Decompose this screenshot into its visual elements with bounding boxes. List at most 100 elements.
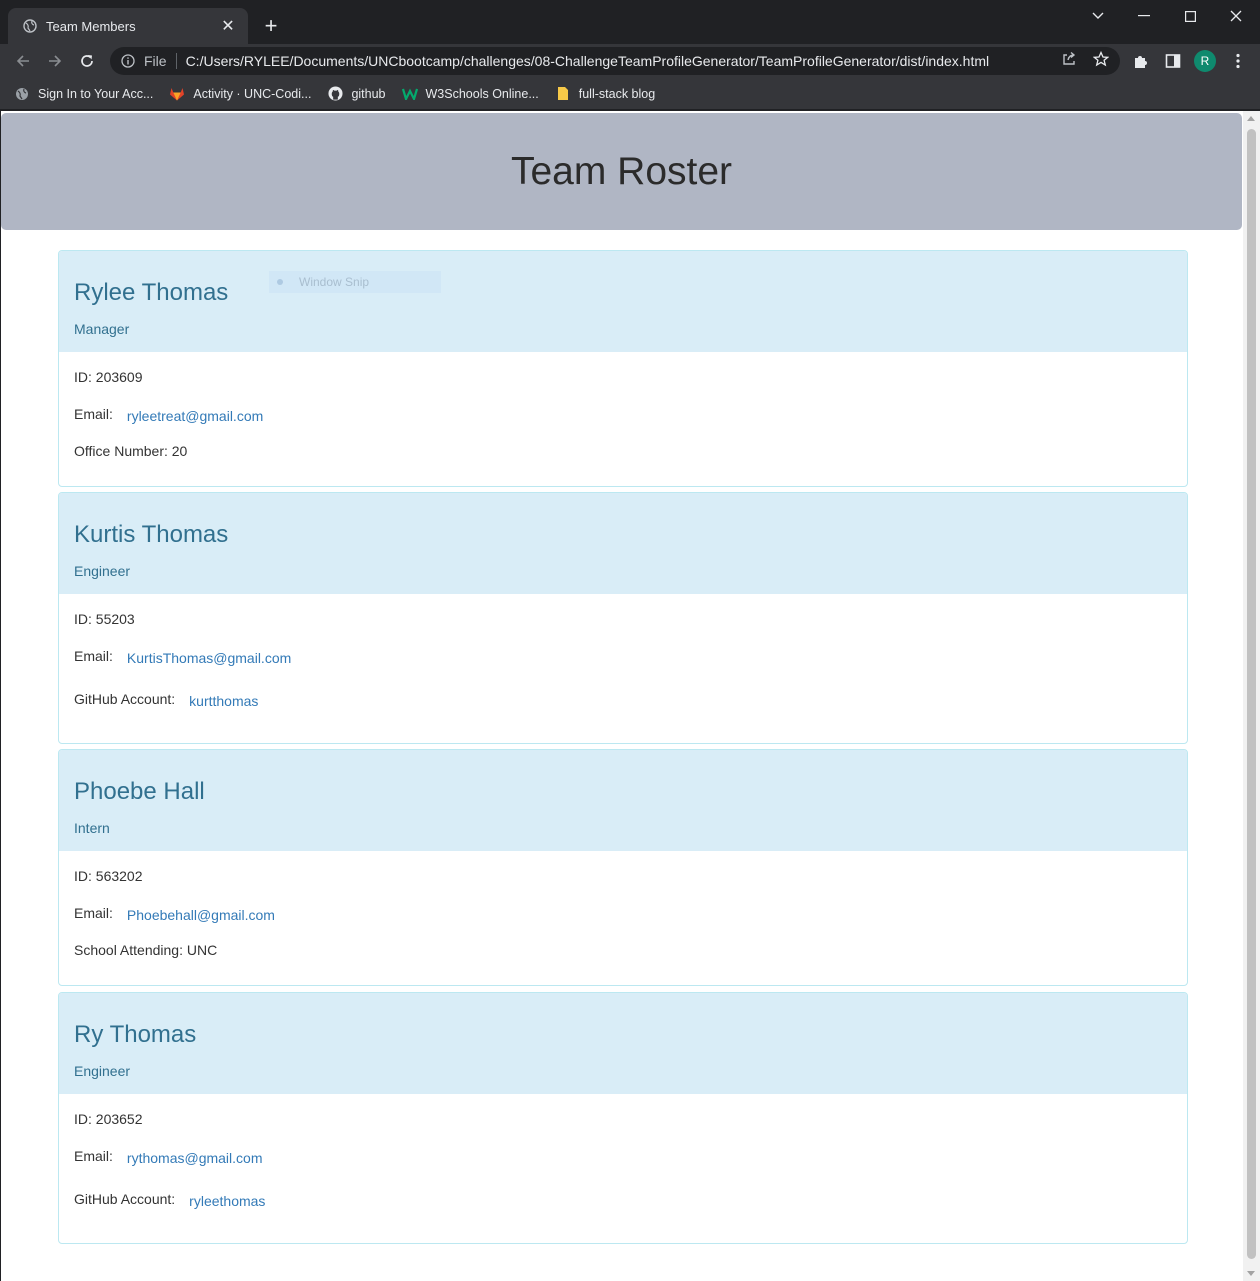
forward-button[interactable] bbox=[41, 48, 69, 74]
bookmark-label: full-stack blog bbox=[578, 86, 656, 101]
minimize-button[interactable] bbox=[1121, 0, 1167, 32]
arrow-left-icon bbox=[16, 55, 29, 67]
page-title: Team Roster bbox=[510, 149, 733, 193]
bookmark-full-stack-blog[interactable]: full-stack blog bbox=[555, 86, 655, 102]
scrollbar-thumb[interactable] bbox=[1247, 129, 1256, 1259]
extensions-puzzle-icon[interactable] bbox=[1131, 51, 1151, 71]
member-id: ID: 203609 bbox=[74, 369, 143, 385]
member-card-engineer: Ry Thomas Engineer ID: 203652 Email: ryt… bbox=[58, 992, 1188, 1244]
card-header: Kurtis Thomas Engineer bbox=[59, 493, 1187, 594]
member-office-number: Office Number: 20 bbox=[74, 443, 188, 459]
gitlab-icon bbox=[169, 86, 185, 102]
member-id: ID: 203652 bbox=[74, 1111, 143, 1127]
browser-toolbar: File C:/Users/RYLEE/Documents/UNCbootcam… bbox=[0, 44, 1260, 78]
share-icon[interactable] bbox=[1060, 50, 1078, 68]
more-menu-icon[interactable] bbox=[1228, 51, 1248, 71]
member-id: ID: 55203 bbox=[74, 611, 135, 627]
member-email-row: Email: Phoebehall@gmail.com bbox=[74, 905, 1172, 942]
tab-search-button[interactable] bbox=[1075, 0, 1121, 32]
member-email-row: Email: ryleetreat@gmail.com bbox=[74, 406, 1172, 443]
maximize-icon bbox=[1184, 10, 1196, 22]
bookmark-label: github bbox=[351, 86, 386, 101]
bookmark-gitlab-activity[interactable]: Activity · UNC-Codi... bbox=[169, 86, 311, 102]
bookmark-label: W3Schools Online... bbox=[425, 86, 539, 101]
folder-icon bbox=[555, 86, 571, 102]
close-icon bbox=[1230, 10, 1242, 22]
url-scheme-label: File bbox=[144, 53, 167, 69]
window-snip-overlay: Window Snip bbox=[269, 271, 441, 293]
email-label: Email: bbox=[74, 1148, 113, 1164]
arrow-right-icon bbox=[49, 55, 62, 67]
member-card-intern: Phoebe Hall Intern ID: 563202 Email: Pho… bbox=[58, 749, 1188, 986]
member-role: Manager bbox=[74, 321, 130, 337]
page-viewport: Team Roster Rylee Thomas Manager ID: 203… bbox=[0, 111, 1260, 1281]
reload-icon bbox=[81, 55, 93, 67]
minimize-icon bbox=[1138, 15, 1150, 17]
member-github-row: GitHub Account: ryleethomas bbox=[74, 1185, 1172, 1229]
member-role: Engineer bbox=[74, 563, 131, 579]
bookmark-star-icon[interactable] bbox=[1092, 50, 1110, 68]
github-link[interactable]: kurtthomas bbox=[189, 693, 258, 709]
close-tab-icon[interactable]: ✕ bbox=[218, 16, 238, 36]
close-window-button[interactable] bbox=[1213, 0, 1259, 32]
card-body: ID: 563202 Email: Phoebehall@gmail.com S… bbox=[59, 851, 1187, 979]
snip-dot-icon bbox=[277, 279, 283, 285]
email-link[interactable]: rythomas@gmail.com bbox=[127, 1150, 263, 1166]
card-body: ID: 203609 Email: ryleetreat@gmail.com O… bbox=[59, 352, 1187, 480]
email-label: Email: bbox=[74, 406, 113, 422]
card-body: ID: 203652 Email: rythomas@gmail.com Git… bbox=[59, 1094, 1187, 1229]
bookmark-label: Sign In to Your Acc... bbox=[38, 86, 154, 101]
bookmark-sign-in[interactable]: Sign In to Your Acc... bbox=[14, 86, 153, 102]
member-github-row: GitHub Account: kurtthomas bbox=[74, 685, 1172, 729]
omnibox-divider bbox=[175, 53, 177, 69]
bookmark-github[interactable]: github bbox=[327, 86, 386, 102]
globe-icon bbox=[22, 18, 38, 34]
email-link[interactable]: KurtisThomas@gmail.com bbox=[127, 650, 291, 666]
member-card-manager: Rylee Thomas Manager ID: 203609 Email: r… bbox=[58, 250, 1188, 487]
github-link[interactable]: ryleethomas bbox=[189, 1193, 265, 1209]
member-role: Intern bbox=[74, 820, 110, 836]
vertical-scrollbar[interactable] bbox=[1243, 111, 1260, 1281]
reload-button[interactable] bbox=[73, 48, 101, 74]
email-label: Email: bbox=[74, 905, 113, 921]
snip-label: Window Snip bbox=[299, 275, 370, 289]
tab-team-members[interactable]: Team Members ✕ bbox=[8, 8, 248, 44]
member-role: Engineer bbox=[74, 1063, 131, 1079]
card-body: ID: 55203 Email: KurtisThomas@gmail.com … bbox=[59, 594, 1187, 729]
chevron-down-icon bbox=[1092, 12, 1104, 19]
member-email-row: Email: KurtisThomas@gmail.com bbox=[74, 648, 1172, 685]
side-panel-icon[interactable] bbox=[1163, 51, 1183, 71]
tab-title: Team Members bbox=[46, 18, 136, 34]
page-header: Team Roster bbox=[1, 113, 1242, 230]
scroll-down-icon[interactable] bbox=[1247, 1271, 1255, 1276]
address-bar[interactable]: File C:/Users/RYLEE/Documents/UNCbootcam… bbox=[110, 47, 1120, 75]
member-email-row: Email: rythomas@gmail.com bbox=[74, 1148, 1172, 1185]
member-name: Ry Thomas bbox=[74, 1021, 197, 1048]
github-label: GitHub Account: bbox=[74, 691, 176, 707]
card-header: Phoebe Hall Intern bbox=[59, 750, 1187, 851]
github-icon bbox=[327, 86, 343, 102]
maximize-button[interactable] bbox=[1167, 0, 1213, 32]
card-header: Ry Thomas Engineer bbox=[59, 993, 1187, 1094]
member-name: Rylee Thomas bbox=[74, 279, 229, 306]
scroll-up-icon[interactable] bbox=[1247, 116, 1255, 121]
url-text[interactable]: C:/Users/RYLEE/Documents/UNCbootcamp/cha… bbox=[186, 53, 990, 69]
member-name: Kurtis Thomas bbox=[74, 521, 229, 548]
w3schools-icon bbox=[401, 86, 418, 102]
member-school: School Attending: UNC bbox=[74, 942, 218, 958]
back-button[interactable] bbox=[9, 48, 37, 74]
new-tab-button[interactable]: + bbox=[258, 14, 284, 40]
github-label: GitHub Account: bbox=[74, 1191, 176, 1207]
site-info-icon[interactable] bbox=[120, 53, 136, 69]
globe-icon bbox=[14, 86, 30, 102]
profile-avatar[interactable]: R bbox=[1194, 50, 1216, 72]
tab-strip: Team Members ✕ + bbox=[0, 0, 1260, 44]
member-card-engineer: Kurtis Thomas Engineer ID: 55203 Email: … bbox=[58, 492, 1188, 744]
email-link[interactable]: ryleetreat@gmail.com bbox=[127, 408, 263, 424]
email-link[interactable]: Phoebehall@gmail.com bbox=[127, 907, 275, 923]
member-name: Phoebe Hall bbox=[74, 778, 205, 805]
bookmark-w3schools[interactable]: W3Schools Online... bbox=[401, 86, 539, 102]
card-header: Rylee Thomas Manager bbox=[59, 251, 1187, 352]
member-id: ID: 563202 bbox=[74, 868, 143, 884]
bookmark-label: Activity · UNC-Codi... bbox=[193, 86, 312, 101]
